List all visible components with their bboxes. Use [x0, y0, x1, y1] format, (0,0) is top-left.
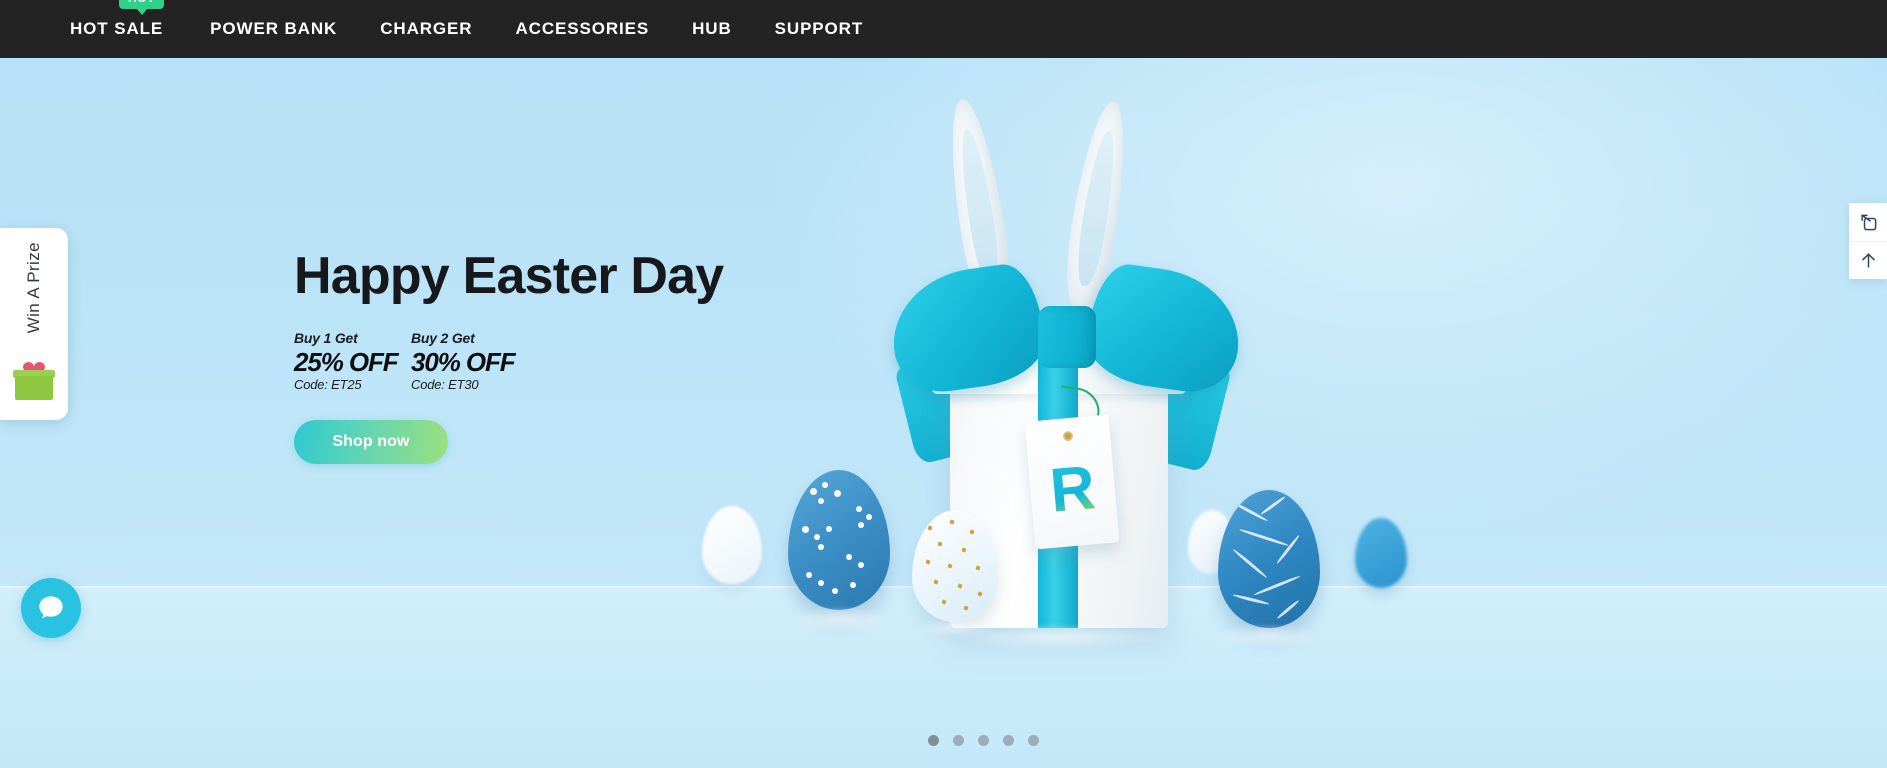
chat-bubble-icon	[39, 596, 63, 619]
win-a-prize-label: Win A Prize	[24, 242, 43, 334]
easter-egg-blue-floral	[788, 470, 890, 610]
brand-logo-letter: R	[1047, 453, 1098, 526]
easter-egg-white-far	[702, 506, 762, 584]
nav-item-accessories[interactable]: ACCESSORIES	[515, 0, 692, 58]
easter-egg-small-blue	[1355, 518, 1407, 588]
hero-offer-2: Buy 2 Get 30% OFF Code: ET30	[411, 330, 528, 394]
scroll-to-top-icon	[1861, 253, 1875, 268]
gift-icon	[13, 362, 55, 400]
share-expand-icon	[1860, 214, 1876, 230]
nav-item-label: HUB	[692, 19, 732, 38]
hot-badge: HOT	[119, 0, 164, 15]
shop-now-button[interactable]: Shop now	[294, 420, 448, 465]
carousel-dot-4[interactable]	[1003, 735, 1014, 746]
ribbon-bow-knot	[1038, 306, 1096, 368]
nav-item-label: POWER BANK	[210, 19, 338, 38]
nav-item-label: SUPPORT	[774, 19, 864, 38]
nav-item-support[interactable]: SUPPORT	[775, 0, 906, 58]
carousel-dot-3[interactable]	[978, 735, 989, 746]
live-chat-button[interactable]	[21, 578, 81, 638]
hero-offer-1: Buy 1 Get 25% OFF Code: ET25	[294, 330, 411, 394]
offer-discount: 25% OFF	[294, 346, 399, 377]
egg-reflection	[1216, 624, 1320, 648]
nav-item-label: ACCESSORIES	[515, 19, 650, 38]
gift-body	[15, 376, 53, 400]
offer-prefix: Buy 1 Get	[294, 330, 358, 346]
nav-item-hub[interactable]: HUB	[692, 0, 775, 58]
easter-product-scene: R	[0, 58, 1887, 768]
easter-egg-blue-marble	[1218, 490, 1320, 628]
offer-code: Code: ET25	[294, 377, 362, 393]
hero-offer-list: Buy 1 Get 25% OFF Code: ET25 Buy 2 Get 3…	[294, 330, 723, 394]
offer-code: Code: ET30	[411, 377, 479, 393]
gift-tag-eyelet	[1062, 430, 1074, 442]
nav-item-label: CHARGER	[380, 19, 473, 38]
bunny-ear-inner	[955, 127, 1004, 289]
floating-side-toolbar	[1849, 203, 1887, 279]
nav-item-charger[interactable]: CHARGER	[380, 0, 515, 58]
egg-reflection	[790, 606, 890, 632]
carousel-pagination	[0, 735, 1887, 746]
hero-copy-block: Happy Easter Day Buy 1 Get 25% OFF Code:…	[294, 247, 724, 465]
carousel-dot-5[interactable]	[1028, 735, 1039, 746]
nav-item-power-bank[interactable]: POWER BANK	[210, 0, 380, 58]
carousel-dot-1[interactable]	[928, 735, 939, 746]
carousel-dot-2[interactable]	[953, 735, 964, 746]
gift-box-reflection	[946, 624, 1172, 650]
nav-item-label: HOT SALE	[70, 19, 164, 38]
scroll-to-top-button[interactable]	[1849, 241, 1887, 279]
share-expand-button[interactable]	[1849, 203, 1887, 241]
offer-prefix: Buy 2 Get	[411, 330, 475, 346]
bunny-ear-inner	[1072, 128, 1121, 288]
win-a-prize-widget[interactable]: Win A Prize	[0, 228, 68, 420]
hero-title: Happy Easter Day	[294, 247, 724, 305]
hero-banner: R Happy Easter Day Buy 1 Get 25% OFF Cod…	[0, 58, 1887, 768]
nav-item-hot-sale[interactable]: HOT HOT SALE	[70, 0, 210, 58]
main-navigation-bar: HOT HOT SALE POWER BANK CHARGER ACCESSOR…	[0, 0, 1887, 58]
offer-discount: 30% OFF	[411, 346, 516, 377]
gift-tag: R	[1024, 414, 1120, 550]
nav-item-list: HOT HOT SALE POWER BANK CHARGER ACCESSOR…	[0, 0, 906, 58]
